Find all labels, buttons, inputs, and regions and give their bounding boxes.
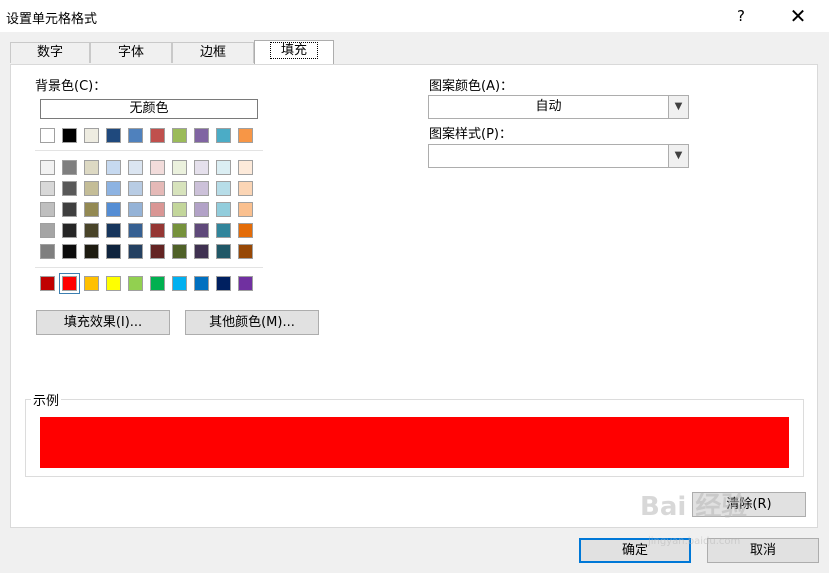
color-swatch[interactable] xyxy=(238,128,253,143)
color-swatch[interactable] xyxy=(84,128,99,143)
pattern-color-dropdown[interactable]: 自动 ▼ xyxy=(428,95,689,119)
pattern-color-value: 自动 xyxy=(535,99,562,114)
color-swatch[interactable] xyxy=(59,273,80,294)
baidu-watermark: Bai 经验 jingyan.baidu.com xyxy=(640,486,790,556)
background-color-label: 背景色(C)： xyxy=(35,79,107,94)
color-swatch[interactable] xyxy=(238,223,253,238)
color-swatch[interactable] xyxy=(216,223,231,238)
color-swatch[interactable] xyxy=(150,160,165,175)
color-swatch[interactable] xyxy=(84,181,99,196)
separator xyxy=(35,267,263,268)
close-button[interactable]: ✕ xyxy=(775,0,821,32)
color-swatch[interactable] xyxy=(106,202,121,217)
chevron-down-icon: ▼ xyxy=(668,96,688,118)
color-swatch[interactable] xyxy=(40,181,55,196)
color-swatch[interactable] xyxy=(106,276,121,291)
watermark-url: jingyan.baidu.com xyxy=(648,536,741,547)
color-swatch[interactable] xyxy=(150,128,165,143)
watermark-logo-text: Bai 经验 xyxy=(640,492,748,522)
chevron-down-icon: ▼ xyxy=(668,145,688,167)
color-swatch[interactable] xyxy=(128,244,143,259)
color-swatch[interactable] xyxy=(106,244,121,259)
sample-preview xyxy=(40,417,789,468)
color-swatch[interactable] xyxy=(194,276,209,291)
color-swatch[interactable] xyxy=(216,128,231,143)
color-swatch[interactable] xyxy=(194,223,209,238)
color-swatch[interactable] xyxy=(84,202,99,217)
tab-number[interactable]: 数字 xyxy=(10,42,90,63)
color-swatch[interactable] xyxy=(62,128,77,143)
color-swatch[interactable] xyxy=(238,202,253,217)
color-swatch[interactable] xyxy=(62,202,77,217)
color-swatch[interactable] xyxy=(238,276,253,291)
color-swatch[interactable] xyxy=(84,244,99,259)
color-swatch[interactable] xyxy=(106,128,121,143)
color-swatch[interactable] xyxy=(62,244,77,259)
color-swatch[interactable] xyxy=(238,181,253,196)
color-swatch[interactable] xyxy=(150,244,165,259)
fill-panel: 背景色(C)： 无颜色 填充效果(I)... 其他颜色(M)... 图案颜色(A… xyxy=(10,64,818,528)
color-swatch[interactable] xyxy=(106,181,121,196)
color-swatch[interactable] xyxy=(216,181,231,196)
pattern-color-label: 图案颜色(A)： xyxy=(429,79,514,94)
tab-fill[interactable]: 填充 xyxy=(254,40,334,65)
dialog-title: 设置单元格格式 xyxy=(6,12,98,27)
color-swatch[interactable] xyxy=(238,244,253,259)
tab-font[interactable]: 字体 xyxy=(90,42,172,63)
sample-label: 示例 xyxy=(31,390,62,409)
color-swatch[interactable] xyxy=(238,160,253,175)
color-swatch[interactable] xyxy=(128,181,143,196)
more-colors-button[interactable]: 其他颜色(M)... xyxy=(185,310,319,335)
color-swatch[interactable] xyxy=(62,160,77,175)
color-swatch[interactable] xyxy=(62,223,77,238)
color-swatch[interactable] xyxy=(40,276,55,291)
color-swatch[interactable] xyxy=(128,223,143,238)
separator xyxy=(35,150,263,151)
color-swatch[interactable] xyxy=(216,202,231,217)
color-swatch[interactable] xyxy=(40,223,55,238)
color-swatch[interactable] xyxy=(84,276,99,291)
color-swatch[interactable] xyxy=(194,128,209,143)
color-swatch[interactable] xyxy=(40,128,55,143)
color-swatch[interactable] xyxy=(216,276,231,291)
color-swatch[interactable] xyxy=(172,223,187,238)
color-swatch[interactable] xyxy=(216,244,231,259)
color-swatch[interactable] xyxy=(40,244,55,259)
color-swatch[interactable] xyxy=(172,160,187,175)
no-color-button[interactable]: 无颜色 xyxy=(40,99,258,119)
color-swatch[interactable] xyxy=(128,276,143,291)
tab-border[interactable]: 边框 xyxy=(172,42,254,63)
color-swatch[interactable] xyxy=(40,160,55,175)
color-swatch[interactable] xyxy=(150,181,165,196)
pattern-style-label: 图案样式(P)： xyxy=(429,127,512,142)
tab-fill-label: 填充 xyxy=(269,42,318,59)
help-button[interactable]: ? xyxy=(718,0,764,32)
color-swatch[interactable] xyxy=(84,160,99,175)
color-swatch[interactable] xyxy=(194,202,209,217)
color-swatch[interactable] xyxy=(172,276,187,291)
color-swatch[interactable] xyxy=(150,276,165,291)
color-swatch[interactable] xyxy=(62,181,77,196)
color-swatch[interactable] xyxy=(172,202,187,217)
color-swatch[interactable] xyxy=(194,160,209,175)
color-swatch[interactable] xyxy=(128,202,143,217)
format-cells-dialog: 设置单元格格式 ? ✕ 数字 字体 边框 填充 背景色(C)： 无颜色 填充效果… xyxy=(0,0,829,573)
color-swatch[interactable] xyxy=(172,181,187,196)
color-swatch[interactable] xyxy=(84,223,99,238)
color-swatch[interactable] xyxy=(106,160,121,175)
color-swatch[interactable] xyxy=(194,181,209,196)
color-swatch[interactable] xyxy=(106,223,121,238)
color-swatch[interactable] xyxy=(128,160,143,175)
color-swatch[interactable] xyxy=(150,202,165,217)
color-swatch[interactable] xyxy=(194,244,209,259)
color-swatch[interactable] xyxy=(40,202,55,217)
fill-effects-button[interactable]: 填充效果(I)... xyxy=(36,310,170,335)
title-bar: 设置单元格格式 ? ✕ xyxy=(0,0,829,32)
color-swatch[interactable] xyxy=(172,128,187,143)
color-swatch[interactable] xyxy=(216,160,231,175)
color-swatch[interactable] xyxy=(150,223,165,238)
color-swatch[interactable] xyxy=(172,244,187,259)
pattern-style-dropdown[interactable]: ▼ xyxy=(428,144,689,168)
color-swatch[interactable] xyxy=(128,128,143,143)
